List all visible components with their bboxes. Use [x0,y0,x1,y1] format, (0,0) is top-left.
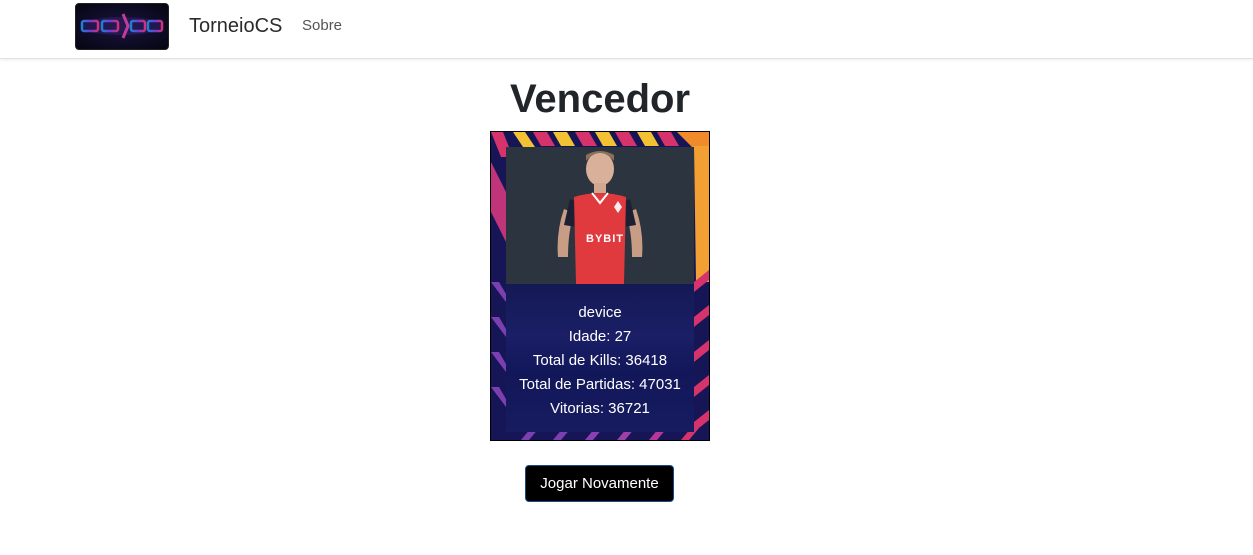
page-title: Vencedor [509,77,691,121]
player-matches: Total de Partidas: 47031 [519,376,681,393]
nav-link-sobre[interactable]: Sobre [302,17,342,34]
player-photo-graphic [557,151,643,284]
winner-card: BYBIT device Idade: 27 Total de Kills: 3… [490,131,710,441]
csgo-logo[interactable] [75,3,169,50]
player-photo: BYBIT [506,147,694,284]
player-wins: Vitorias: 36721 [550,400,650,417]
player-info-panel: device Idade: 27 Total de Kills: 36418 T… [506,284,694,432]
player-age: Idade: 27 [568,328,632,345]
csgo-logo-graphic [80,13,164,39]
play-again-button[interactable]: Jogar Novamente [525,465,674,502]
player-name: device [578,304,622,321]
jersey-text: BYBIT [586,233,624,245]
navbar: TorneioCS Sobre [0,0,1253,59]
player-kills: Total de Kills: 36418 [532,352,668,369]
brand-link[interactable]: TorneioCS [189,15,282,38]
